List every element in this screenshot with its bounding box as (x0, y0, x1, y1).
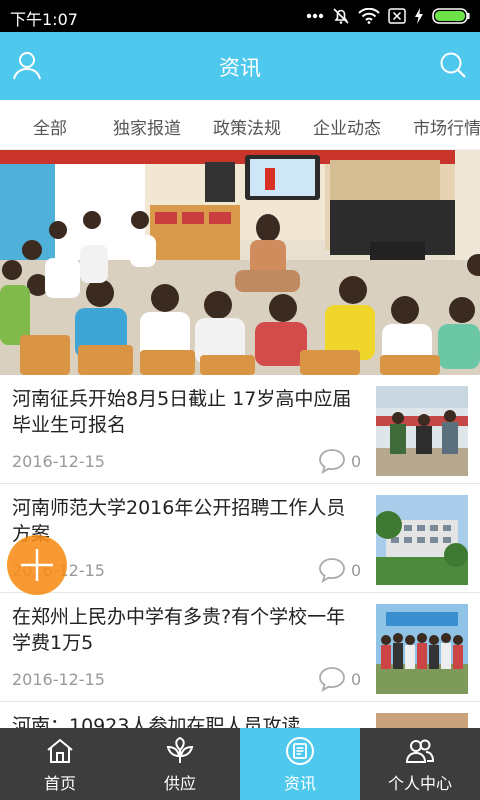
tab-enterprise[interactable]: 企业动态 (313, 114, 381, 139)
mute-bell-icon (333, 8, 349, 24)
nav-label: 首页 (43, 774, 76, 793)
users-icon (405, 739, 435, 763)
tab-policy[interactable]: 政策法规 (213, 114, 281, 139)
banner-illustration (0, 150, 480, 375)
nav-profile[interactable]: 个人中心 (360, 728, 480, 800)
status-bar: 下午1:07 (0, 0, 480, 32)
banner-image[interactable] (0, 150, 480, 375)
news-headline: 河南征兵开始8月5日截止 17岁高中应届毕业生可报名 (12, 388, 352, 436)
nav-label: 供应 (163, 774, 196, 793)
nav-label: 资讯 (283, 774, 316, 793)
tab-market[interactable]: 市场行情 (413, 114, 480, 139)
tab-all[interactable]: 全部 (33, 114, 67, 139)
add-button[interactable] (7, 535, 67, 595)
news-date: 2016-12-15 (12, 670, 105, 689)
app-bar: 资讯 (0, 32, 480, 100)
comment-count: 0 (351, 670, 362, 689)
news-thumbnail (376, 386, 468, 476)
more-dots-icon (306, 13, 324, 19)
battery-icon (432, 8, 470, 24)
news-item[interactable]: 在郑州上民办中学有多贵?有个学校一年学费1万5 2016-12-15 0 (0, 594, 480, 702)
plus-icon (21, 549, 53, 581)
news-thumbnail (376, 604, 468, 694)
leaf-icon (166, 736, 194, 763)
news-thumbnail (376, 495, 468, 585)
charging-icon (415, 8, 423, 24)
news-item[interactable]: 河南师范大学2016年公开招聘工作人员方案 2016-12-15 0 (0, 485, 480, 593)
search-button[interactable] (436, 48, 470, 82)
nav-home[interactable]: 首页 (0, 728, 120, 800)
news-item[interactable]: 河南征兵开始8月5日截止 17岁高中应届毕业生可报名 2016-12-15 0 (0, 376, 480, 484)
comment-icon (319, 449, 345, 474)
bottom-nav: 首页 供应 资讯 个人中心 (0, 728, 480, 800)
comment-icon (319, 558, 345, 583)
news-headline: 在郑州上民办中学有多贵?有个学校一年学费1万5 (12, 606, 346, 654)
news-date: 2016-12-15 (12, 452, 105, 471)
category-tabs: 全部 独家报道 政策法规 企业动态 市场行情 (0, 100, 480, 150)
nav-news[interactable]: 资讯 (240, 728, 360, 800)
page-title: 资讯 (219, 56, 261, 80)
home-icon (47, 738, 73, 763)
wifi-icon (358, 8, 380, 24)
status-icons (306, 6, 470, 26)
comment-count: 0 (351, 561, 362, 580)
news-icon (286, 737, 314, 765)
nav-label: 个人中心 (387, 774, 452, 793)
nav-supply[interactable]: 供应 (120, 728, 240, 800)
comment-icon (319, 667, 345, 692)
status-time: 下午1:07 (10, 10, 78, 29)
search-icon (440, 52, 466, 78)
comment-count: 0 (351, 452, 362, 471)
tab-exclusive[interactable]: 独家报道 (113, 114, 181, 139)
sim-x-icon (388, 8, 406, 24)
